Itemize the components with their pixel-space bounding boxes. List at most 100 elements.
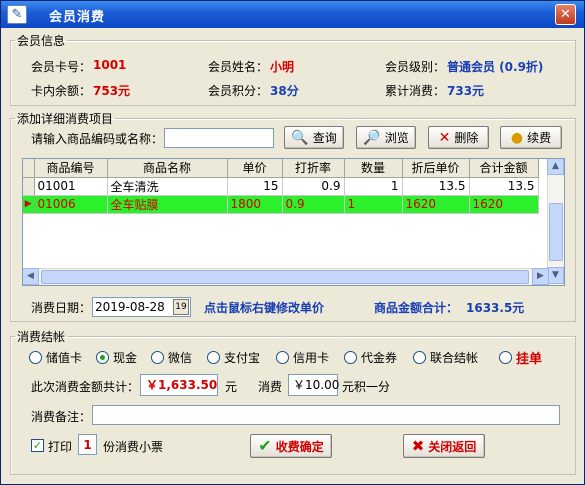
cell-rate[interactable]: 0.9	[282, 195, 345, 214]
points-rate-label: 消费	[258, 380, 283, 394]
scroll-down-icon[interactable]: ▼	[547, 267, 564, 284]
remark-input[interactable]	[92, 405, 560, 425]
member-name-value: 小明	[270, 60, 295, 74]
cell-code[interactable]: 01001	[34, 177, 108, 196]
delete-x-icon: ✕	[438, 129, 451, 146]
search-icon: 🔍	[291, 129, 309, 146]
edit-price-hint: 点击鼠标右键修改单价	[204, 301, 325, 315]
column-header[interactable]: 单价	[227, 159, 283, 178]
points-label: 会员积分：	[208, 84, 269, 98]
member-level-value: 普通会员 (0.9折)	[447, 60, 544, 74]
amount-unit: 元	[225, 380, 238, 394]
points-rate-field[interactable]: ￥10.00	[288, 374, 339, 396]
table-row-selected[interactable]: ▶ 01006 全车贴膜 1800 0.9 1 1620 1620	[23, 195, 539, 214]
date-picker[interactable]: 2019-08-28 19	[92, 297, 191, 317]
column-header[interactable]: 商品编号	[34, 159, 108, 178]
column-header[interactable]: 折后单价	[402, 159, 470, 178]
radio-label: 现金	[113, 351, 138, 365]
row-pointer-icon: ▶	[23, 195, 35, 214]
checkout-legend: 消费结帐	[17, 330, 66, 344]
print-checkbox[interactable]: ✓	[31, 439, 44, 452]
coins-icon: ●	[510, 129, 524, 146]
app-icon: ✎	[7, 5, 27, 24]
scroll-right-icon[interactable]: ▶	[532, 268, 549, 285]
sum-label: 商品金额合计：	[374, 301, 459, 315]
continue-button[interactable]: ● 续费	[500, 126, 562, 149]
table-row[interactable]: 01001 全车清洗 15 0.9 1 13.5 13.5	[23, 177, 539, 196]
title-bar[interactable]: ✎ 会员消费 ✕	[1, 1, 584, 28]
column-header[interactable]: 商品名称	[107, 159, 228, 178]
payment-wechat-radio[interactable]: 微信	[151, 349, 192, 366]
radio-label: 支付宝	[224, 351, 261, 365]
vertical-scroll-thumb[interactable]	[549, 203, 563, 261]
confirm-payment-button[interactable]: ✔ 收费确定	[250, 434, 332, 458]
delete-button[interactable]: ✕ 删除	[428, 126, 489, 149]
member-consume-window: ✎ 会员消费 ✕ 会员信息 会员卡号： 1001 会员姓名： 小明 会员级别： …	[0, 0, 585, 485]
cell-price[interactable]: 15	[227, 177, 283, 196]
items-table[interactable]: 商品编号 商品名称 单价 打折率 数量 折后单价 合计金额 01001 全车清洗…	[22, 158, 565, 286]
cell-total[interactable]: 1620	[469, 195, 539, 214]
payment-cash-radio[interactable]: 现金	[96, 349, 137, 366]
cell-rate[interactable]: 0.9	[282, 177, 345, 196]
cell-name[interactable]: 全车清洗	[107, 177, 228, 196]
payment-pending-radio[interactable]: 挂单	[499, 348, 542, 367]
browse-button-label: 浏览	[384, 131, 409, 145]
close-window-button[interactable]: ✕	[555, 4, 576, 25]
payment-voucher-radio[interactable]: 代金券	[344, 349, 397, 366]
search-label: 请输入商品编码或名称：	[31, 132, 164, 146]
cell-name[interactable]: 全车贴膜	[107, 195, 228, 214]
member-name-label: 会员姓名：	[208, 60, 269, 74]
amount-label: 此次消费金额共计：	[31, 380, 140, 394]
vertical-scrollbar[interactable]: ▲ ▼	[547, 159, 564, 285]
column-header[interactable]: 打折率	[282, 159, 345, 178]
radio-selected-icon	[96, 351, 109, 364]
payment-alipay-radio[interactable]: 支付宝	[207, 349, 260, 366]
cell-code[interactable]: 01006	[34, 195, 108, 214]
balance-label: 卡内余额：	[31, 84, 92, 98]
column-header[interactable]: 合计金额	[469, 159, 539, 178]
cell-price[interactable]: 1800	[227, 195, 283, 214]
total-spent-label: 累计消费：	[385, 84, 446, 98]
close-button-label: 关闭返回	[428, 439, 477, 454]
print-label: 打印	[48, 440, 73, 454]
radio-icon	[499, 351, 512, 364]
payment-stored-card-radio[interactable]: 储值卡	[29, 349, 82, 366]
row-indicator	[23, 177, 35, 196]
calendar-icon[interactable]: 19	[173, 299, 189, 315]
horizontal-scrollbar[interactable]: ◀ ▶	[23, 268, 549, 285]
radio-icon	[413, 351, 426, 364]
radio-icon	[151, 351, 164, 364]
radio-icon	[276, 351, 289, 364]
radio-icon	[29, 351, 42, 364]
confirm-button-label: 收费确定	[275, 439, 324, 454]
scroll-left-icon[interactable]: ◀	[23, 268, 39, 285]
search-input[interactable]	[164, 128, 274, 148]
continue-button-label: 续费	[527, 131, 552, 145]
scroll-up-icon[interactable]: ▲	[547, 159, 564, 175]
cell-qty[interactable]: 1	[344, 195, 403, 214]
browse-button[interactable]: 🔎 浏览	[356, 126, 416, 149]
browse-icon: 🔎	[363, 129, 381, 146]
cell-total[interactable]: 13.5	[469, 177, 539, 196]
amount-field: ￥1,633.50	[140, 374, 218, 396]
column-header[interactable]: 数量	[344, 159, 403, 178]
cell-disc-price[interactable]: 1620	[402, 195, 470, 214]
payment-credit-card-radio[interactable]: 信用卡	[276, 349, 329, 366]
print-count-field[interactable]: 1	[78, 434, 97, 455]
balance-value: 753元	[93, 84, 131, 98]
close-return-button[interactable]: ✖ 关闭返回	[403, 434, 485, 458]
table-header-row: 商品编号 商品名称 单价 打折率 数量 折后单价 合计金额	[23, 159, 539, 178]
payment-combined-radio[interactable]: 联合结帐	[413, 349, 478, 366]
cell-qty[interactable]: 1	[344, 177, 403, 196]
sum-value: 1633.5元	[466, 301, 525, 315]
remark-label: 消费备注：	[31, 410, 92, 424]
radio-label: 挂单	[516, 352, 543, 367]
cell-disc-price[interactable]: 13.5	[402, 177, 470, 196]
horizontal-scroll-thumb[interactable]	[41, 270, 529, 284]
query-button[interactable]: 🔍 查询	[284, 126, 344, 149]
date-label: 消费日期：	[31, 301, 92, 315]
total-spent-value: 733元	[447, 84, 485, 98]
points-value: 38分	[270, 84, 299, 98]
card-no-label: 会员卡号：	[31, 60, 92, 74]
table-corner	[23, 159, 35, 178]
